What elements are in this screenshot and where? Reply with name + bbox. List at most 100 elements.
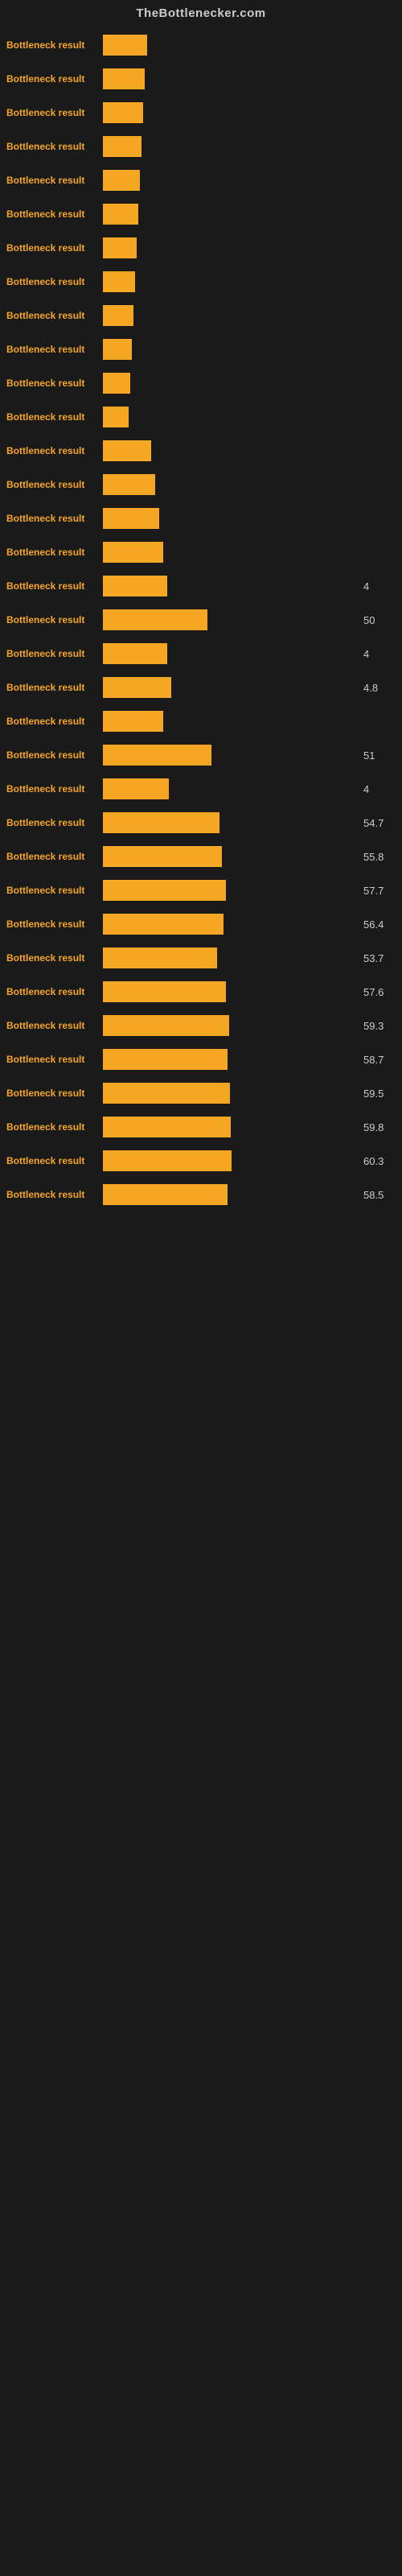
table-row: Bottleneck result — [0, 368, 402, 398]
bottleneck-label: Bottleneck result — [6, 242, 103, 254]
progress-bar — [103, 474, 155, 495]
table-row: Bottleneck result 58.5 — [0, 1179, 402, 1210]
table-row: Bottleneck result — [0, 97, 402, 128]
bar-container — [103, 1150, 359, 1171]
site-title: TheBottlenecker.com — [0, 0, 402, 30]
bottleneck-label: Bottleneck result — [6, 378, 103, 389]
bar-container — [103, 677, 359, 698]
progress-bar — [103, 204, 138, 225]
bottleneck-label: Bottleneck result — [6, 1189, 103, 1200]
table-row: Bottleneck result56.4 — [0, 909, 402, 939]
bottleneck-label: Bottleneck result — [6, 817, 103, 828]
bottleneck-label: Bottleneck result — [6, 175, 103, 186]
bottleneck-label: Bottleneck result — [6, 614, 103, 625]
bottleneck-label: Bottleneck result — [6, 107, 103, 118]
progress-bar — [103, 576, 167, 597]
bar-container — [103, 745, 359, 766]
table-row: Bottleneck result58.7 — [0, 1044, 402, 1075]
bar-container — [103, 339, 359, 360]
progress-bar — [103, 68, 145, 89]
table-row: Bottleneck result — [0, 165, 402, 196]
progress-bar — [103, 947, 217, 968]
bottleneck-label: Bottleneck result — [6, 682, 103, 693]
table-row: Bottleneck result54.7 — [0, 807, 402, 838]
header: TheBottlenecker.com — [0, 0, 402, 30]
table-row: Bottleneck result — [0, 503, 402, 534]
progress-bar — [103, 102, 143, 123]
table-row: Bottleneck result57.6 — [0, 976, 402, 1007]
bottleneck-label: Bottleneck result — [6, 445, 103, 456]
bottleneck-label: Bottleneck result — [6, 919, 103, 930]
progress-bar — [103, 35, 147, 56]
bar-container — [103, 440, 359, 461]
bottleneck-label: Bottleneck result — [6, 73, 103, 85]
table-row: Bottleneck result4 — [0, 571, 402, 601]
table-row: Bottleneck result — [0, 436, 402, 466]
bottleneck-label: Bottleneck result — [6, 276, 103, 287]
bar-container — [103, 102, 359, 123]
progress-bar — [103, 339, 132, 360]
table-row: Bottleneck result50 — [0, 605, 402, 635]
bar-container — [103, 305, 359, 326]
progress-bar — [103, 170, 140, 191]
bar-container — [103, 204, 359, 225]
bar-container — [103, 880, 359, 901]
progress-bar — [103, 237, 137, 258]
bottleneck-label: Bottleneck result — [6, 885, 103, 896]
progress-bar — [103, 643, 167, 664]
bar-container — [103, 711, 359, 732]
table-row: Bottleneck result — [0, 266, 402, 297]
progress-bar — [103, 914, 224, 935]
bar-container — [103, 643, 359, 664]
bottleneck-label: Bottleneck result — [6, 1088, 103, 1099]
bar-container — [103, 1117, 359, 1137]
table-row: Bottleneck result — [0, 199, 402, 229]
bar-container — [103, 846, 359, 867]
table-row: Bottleneck result — [0, 233, 402, 263]
bar-container — [103, 542, 359, 563]
bottleneck-label: Bottleneck result — [6, 344, 103, 355]
bar-container — [103, 237, 359, 258]
bar-container — [103, 1184, 359, 1205]
progress-bar — [103, 846, 222, 867]
bar-container — [103, 508, 359, 529]
progress-bar — [103, 1015, 229, 1036]
table-row: Bottleneck result 4 — [0, 638, 402, 669]
progress-bar — [103, 1150, 232, 1171]
bottleneck-label: Bottleneck result — [6, 1155, 103, 1166]
bar-container — [103, 373, 359, 394]
table-row: Bottleneck result59.5 — [0, 1078, 402, 1108]
bottleneck-label: Bottleneck result — [6, 648, 103, 659]
bar-container — [103, 1015, 359, 1036]
bottleneck-label: Bottleneck result — [6, 39, 103, 51]
progress-bar — [103, 778, 169, 799]
table-row: Bottleneck result — [0, 64, 402, 94]
table-row: Bottleneck result60.3 — [0, 1146, 402, 1176]
progress-bar — [103, 880, 226, 901]
table-row: Bottleneck result59.3 — [0, 1010, 402, 1041]
progress-bar — [103, 677, 171, 698]
bar-container — [103, 778, 359, 799]
bar-container — [103, 947, 359, 968]
bar-container — [103, 576, 359, 597]
table-row: Bottleneck result59.8 — [0, 1112, 402, 1142]
table-row: Bottleneck result — [0, 334, 402, 365]
table-row: Bottleneck result — [0, 469, 402, 500]
bar-container — [103, 474, 359, 495]
bottleneck-value: 58.5 — [363, 1189, 396, 1201]
bottleneck-label: Bottleneck result — [6, 547, 103, 558]
bottleneck-label: Bottleneck result — [6, 479, 103, 490]
progress-bar — [103, 1083, 230, 1104]
bottleneck-label: Bottleneck result — [6, 716, 103, 727]
bottleneck-value: 55.8 — [363, 851, 396, 863]
bottleneck-label: Bottleneck result — [6, 513, 103, 524]
bar-container — [103, 170, 359, 191]
progress-bar — [103, 609, 207, 630]
bar-container — [103, 407, 359, 427]
bottleneck-label: Bottleneck result — [6, 580, 103, 592]
table-row: Bottleneck result57.7 — [0, 875, 402, 906]
table-row: Bottleneck result — [0, 402, 402, 432]
bottleneck-value: 4 — [363, 648, 396, 660]
bottleneck-value: 4 — [363, 783, 396, 795]
bottleneck-label: Bottleneck result — [6, 1121, 103, 1133]
